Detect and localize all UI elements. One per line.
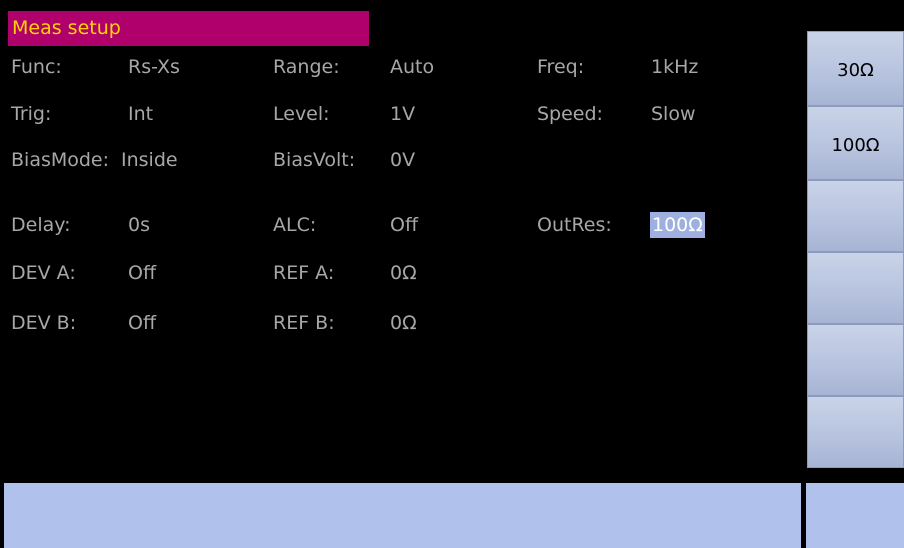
outres-label: OutRes: [537,214,612,236]
softkey-4[interactable] [807,252,904,324]
biasmode-value[interactable]: Inside [121,147,178,173]
status-bar [4,483,801,548]
alc-value[interactable]: Off [390,212,418,238]
freq-value[interactable]: 1kHz [651,54,698,80]
softkey-3[interactable] [807,180,904,252]
softkey-100-ohm[interactable]: 100Ω [807,106,904,180]
biasmode-label: BiasMode: [11,149,110,171]
dev-b-label: DEV B: [11,312,77,334]
func-label: Func: [11,56,62,78]
softkey-label: 100Ω [831,135,880,156]
ref-b-value[interactable]: 0Ω [390,310,417,336]
softkey-panel: 30Ω 100Ω [801,26,904,548]
level-label: Level: [273,103,330,125]
level-value[interactable]: 1V [390,101,415,127]
dev-b-value[interactable]: Off [128,310,156,336]
ref-a-value[interactable]: 0Ω [390,260,417,286]
outres-value-selected[interactable]: 100Ω [650,212,705,238]
ref-b-label: REF B: [273,312,335,334]
softkey-label: 30Ω [837,60,874,81]
alc-label: ALC: [273,214,317,236]
meas-setup-screen: Meas setup Func: Rs-Xs Range: Auto Freq:… [0,0,904,548]
trig-value[interactable]: Int [128,101,153,127]
dev-a-value[interactable]: Off [128,260,156,286]
ref-a-label: REF A: [273,262,335,284]
page-title: Meas setup [8,11,369,46]
dev-a-label: DEV A: [11,262,76,284]
trig-label: Trig: [11,103,52,125]
func-value[interactable]: Rs-Xs [128,54,180,80]
speed-value[interactable]: Slow [651,101,696,127]
biasvolt-value[interactable]: 0V [390,147,415,173]
range-label: Range: [273,56,340,78]
delay-value[interactable]: 0s [128,212,150,238]
range-value[interactable]: Auto [390,54,434,80]
biasvolt-label: BiasVolt: [273,149,356,171]
softkey-6[interactable] [807,396,904,468]
freq-label: Freq: [537,56,585,78]
speed-label: Speed: [537,103,603,125]
delay-label: Delay: [11,214,71,236]
softkey-5[interactable] [807,324,904,396]
bottom-softkey[interactable] [806,483,904,548]
softkey-30-ohm[interactable]: 30Ω [807,31,904,106]
